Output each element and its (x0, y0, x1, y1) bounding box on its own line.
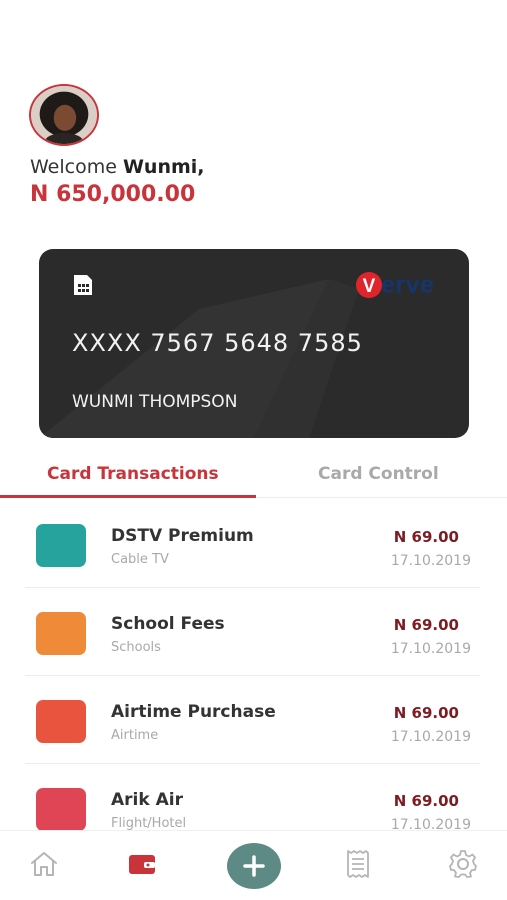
tab-card-transactions[interactable]: Card Transactions (47, 464, 219, 484)
nav-settings-button[interactable] (446, 849, 480, 879)
transaction-amount: N 69.00 (393, 528, 459, 546)
transaction-amount: N 69.00 (393, 616, 459, 634)
transaction-category-icon (36, 612, 86, 655)
transaction-date: 17.10.2019 (390, 729, 471, 745)
verve-logo-mark: V (356, 272, 382, 298)
transaction-title: Airtime Purchase (111, 702, 276, 722)
svg-text:V: V (363, 276, 376, 297)
receipt-icon (347, 850, 369, 878)
add-button[interactable] (227, 843, 281, 889)
bank-card[interactable]: V erve XXXX 7567 5648 7585 WUNMI THOMPSO… (39, 249, 469, 438)
home-icon (31, 852, 57, 876)
card-holder-name: WUNMI THOMPSON (72, 392, 238, 412)
user-name: Wunmi, (122, 156, 205, 178)
verve-logo: V erve (355, 271, 434, 299)
transaction-date: 17.10.2019 (390, 817, 471, 830)
account-balance: N 650,000.00 (30, 182, 196, 207)
transaction-date: 17.10.2019 (390, 641, 471, 657)
transaction-amount: N 69.00 (393, 792, 459, 810)
transaction-row[interactable]: School Fees Schools N 69.00 17.10.2019 (25, 588, 480, 676)
welcome-message: Welcome Wunmi, (30, 156, 205, 178)
user-avatar-photo (31, 86, 97, 144)
transaction-title: DSTV Premium (111, 526, 254, 546)
transaction-title: Arik Air (111, 790, 183, 810)
welcome-prefix: Welcome (30, 156, 117, 178)
transaction-category-icon (36, 788, 86, 830)
active-tab-indicator (0, 495, 256, 498)
tab-card-control[interactable]: Card Control (318, 464, 439, 484)
transaction-amount: N 69.00 (393, 704, 459, 722)
settings-icon (449, 850, 477, 878)
transaction-category: Flight/Hotel (111, 816, 187, 830)
transaction-category: Airtime (111, 728, 159, 743)
transaction-title: School Fees (111, 614, 225, 634)
plus-icon (243, 855, 265, 877)
bottom-navigation (0, 830, 507, 900)
transaction-row[interactable]: Airtime Purchase Airtime N 69.00 17.10.2… (25, 676, 480, 764)
card-tabs: Card Transactions Card Control (0, 456, 507, 498)
verve-logo-text: erve (381, 270, 435, 299)
transaction-category: Cable TV (111, 552, 169, 567)
transaction-category-icon (36, 700, 86, 743)
transaction-row[interactable]: Arik Air Flight/Hotel N 69.00 17.10.2019 (25, 764, 480, 830)
wallet-icon (129, 855, 155, 874)
nav-home-button[interactable] (27, 849, 61, 879)
transaction-category-icon (36, 524, 86, 567)
transaction-list: DSTV Premium Cable TV N 69.00 17.10.2019… (25, 500, 480, 830)
avatar[interactable] (29, 84, 99, 146)
transaction-category: Schools (111, 640, 161, 655)
transaction-date: 17.10.2019 (390, 553, 471, 569)
nav-wallet-button[interactable] (125, 849, 159, 879)
nav-transactions-button[interactable] (341, 849, 375, 879)
sim-chip-icon (74, 275, 92, 295)
transaction-row[interactable]: DSTV Premium Cable TV N 69.00 17.10.2019 (25, 500, 480, 588)
card-number: XXXX 7567 5648 7585 (72, 329, 363, 357)
